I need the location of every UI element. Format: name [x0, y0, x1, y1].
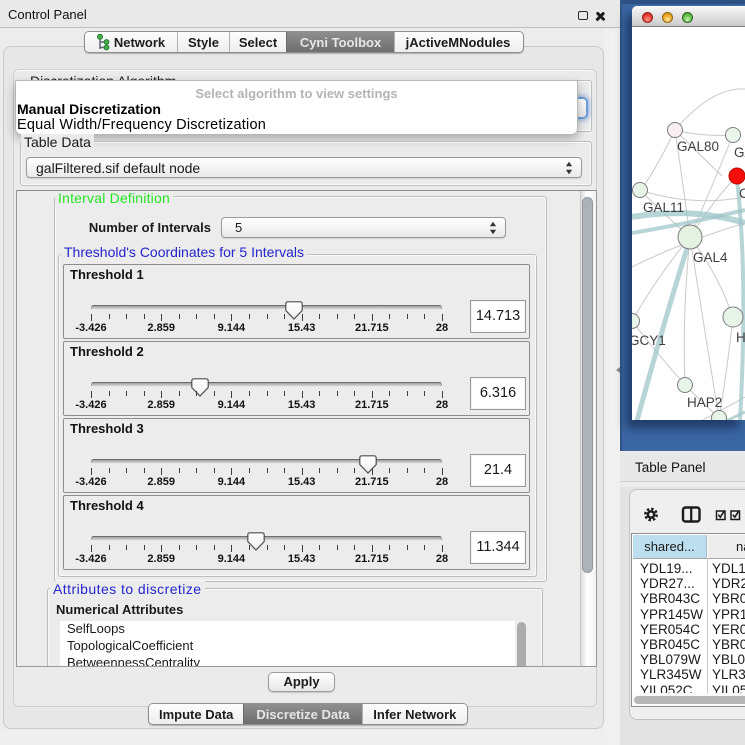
- svg-text:GA: GA: [734, 145, 745, 160]
- svg-text:H: H: [736, 330, 745, 345]
- svg-text:GAL4: GAL4: [693, 250, 728, 265]
- svg-text:GCY1: GCY1: [632, 333, 666, 348]
- svg-text:HAP2: HAP2: [687, 395, 722, 410]
- svg-text:GAL80: GAL80: [677, 139, 719, 154]
- svg-text:C: C: [739, 186, 745, 201]
- svg-text:GAL11: GAL11: [643, 200, 684, 215]
